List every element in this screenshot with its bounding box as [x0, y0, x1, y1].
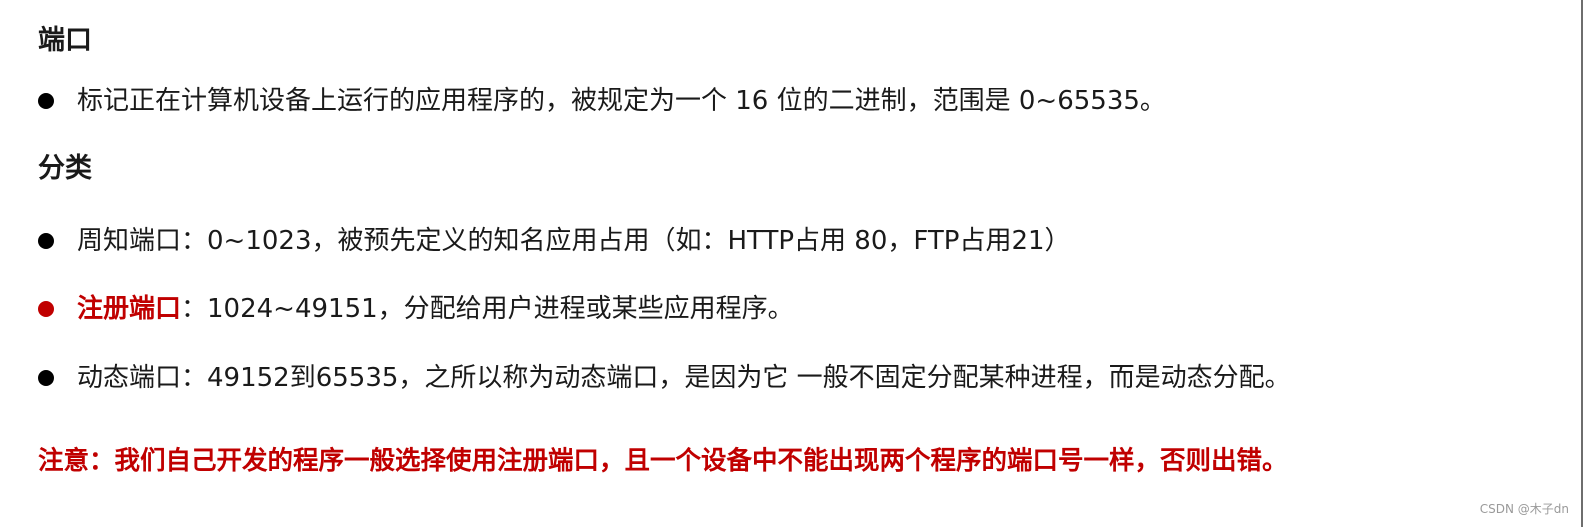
bullet-label-registered: 注册端口 [77, 294, 182, 324]
bullet-item-well-known-ports: 周知端口：0~1023，被预先定义的知名应用占用（如：HTTP占用 80，FTP… [38, 224, 1071, 258]
bullet-item-registered-ports: 注册端口 ：1024~49151，分配给用户进程或某些应用程序。 [38, 292, 794, 326]
watermark: CSDN @木子dn [1479, 502, 1569, 516]
bullet-text: 动态端口：49152到65535，之所以称为动态端口，是因为它 一般不固定分配某… [77, 363, 1291, 393]
heading-category: 分类 [38, 153, 92, 184]
bullet-text: ：1024~49151，分配给用户进程或某些应用程序。 [181, 294, 794, 324]
bullet-dot-icon [38, 93, 54, 109]
bullet-item-dynamic-ports: 动态端口：49152到65535，之所以称为动态端口，是因为它 一般不固定分配某… [38, 361, 1291, 395]
bullet-dot-icon [38, 301, 54, 317]
bullet-text: 标记正在计算机设备上运行的应用程序的，被规定为一个 16 位的二进制，范围是 0… [77, 86, 1166, 116]
note-warning: 注意：我们自己开发的程序一般选择使用注册端口，且一个设备中不能出现两个程序的端口… [38, 446, 1288, 476]
bullet-dot-icon [38, 370, 54, 386]
bullet-dot-icon [38, 233, 54, 249]
heading-port: 端口 [38, 25, 92, 56]
bullet-text: 周知端口：0~1023，被预先定义的知名应用占用（如：HTTP占用 80，FTP… [77, 226, 1071, 256]
bullet-item-port-definition: 标记正在计算机设备上运行的应用程序的，被规定为一个 16 位的二进制，范围是 0… [38, 84, 1166, 118]
